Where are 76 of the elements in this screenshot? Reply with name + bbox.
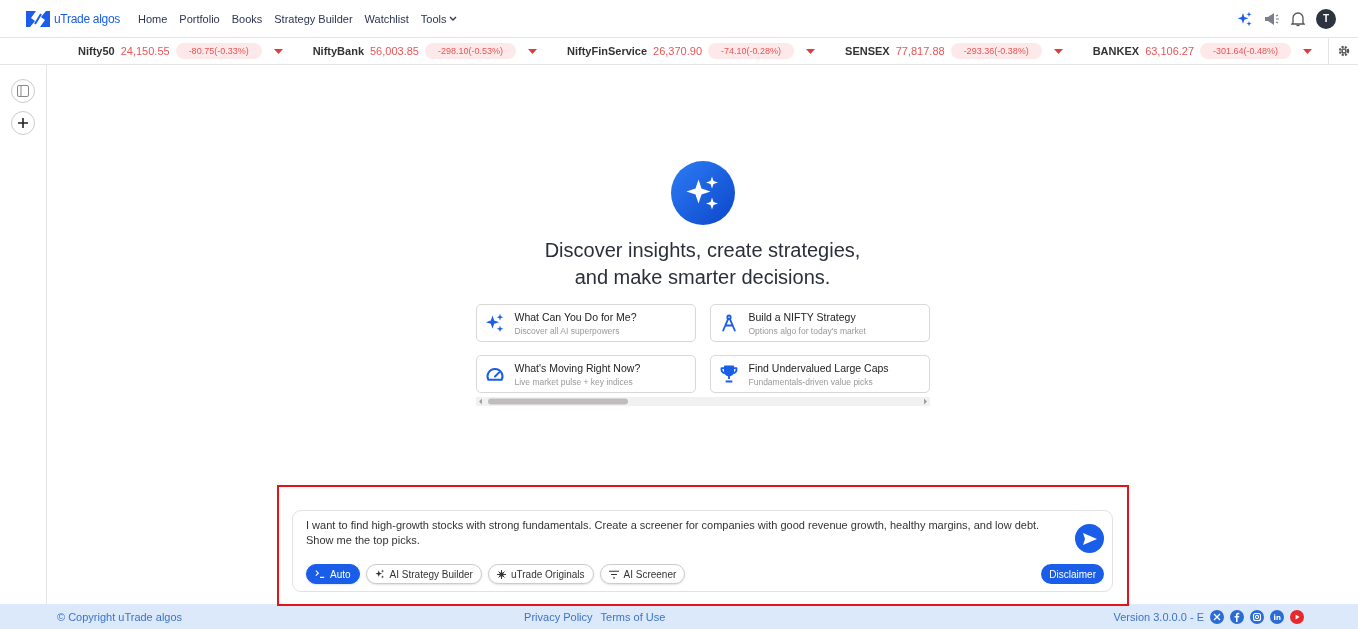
card-title: Find Undervalued Large Caps [748, 361, 889, 374]
mode-chip[interactable]: AI Strategy Builder [365, 564, 482, 584]
card-title: Build a NIFTY Strategy [748, 310, 857, 323]
index-value: 24,150.55 [120, 45, 170, 57]
heading-line: Discover insights, create strategies, [544, 238, 861, 263]
suggestion-card[interactable]: Find Undervalued Large Caps Fundamentals-driven value picks [709, 355, 930, 393]
change-pill: -293.36(-0.38%) [950, 43, 1042, 59]
down-triangle-icon [1053, 48, 1063, 54]
suggestion-card[interactable]: What's Moving Right Now? Live market pulse + key indices [475, 355, 696, 393]
change-pill: -74.10(-0.28%) [708, 43, 795, 59]
filter-icon [608, 569, 619, 579]
card-subtitle: Options algo for today's market [748, 325, 866, 336]
copyright-text: © Copyright uTrade algos [57, 610, 183, 623]
trophy-icon [718, 364, 739, 384]
suggestion-card[interactable]: Build a NIFTY Strategy Options algo for today's market [709, 304, 930, 342]
index-value: 56,003.85 [370, 45, 419, 57]
chevron-icon [449, 15, 458, 22]
terminal-icon [315, 569, 325, 579]
card-title: What's Moving Right Now? [514, 361, 641, 374]
linkedin-icon[interactable] [1270, 609, 1284, 624]
avatar[interactable]: T [1316, 8, 1336, 29]
index-name: NiftyFinService [567, 45, 648, 57]
index-name: Nifty50 [78, 45, 115, 57]
disclaimer-button[interactable]: Disclaimer [1041, 564, 1104, 584]
prompt-field[interactable]: I want to find high-growth stocks with strong fundamentals. Create a screener for companies with good revenue growth, healthy margins, and low debt. Show me the top picks. Auto AI Strategy Builder uTrade Originals AI Screener Disclaimer [292, 510, 1113, 592]
sparkle-icon[interactable] [1237, 10, 1253, 27]
index-name: SENSEX [845, 45, 890, 57]
card-subtitle: Fundamentals-driven value picks [748, 376, 874, 387]
logo-text[interactable]: uTrade algos [54, 11, 120, 26]
settings-icon[interactable] [1337, 45, 1350, 57]
card-title: What Can You Do for Me? [514, 310, 637, 323]
send-button[interactable] [1075, 524, 1104, 553]
mode-chip[interactable]: uTrade Originals [487, 564, 594, 584]
nav-link[interactable]: Books [231, 12, 263, 25]
change-pill: -301.64(-0.48%) [1200, 43, 1292, 59]
horizontal-scrollbar[interactable] [475, 397, 930, 406]
down-triangle-icon [1303, 48, 1313, 54]
mode-chip[interactable]: AI Screener [599, 564, 686, 584]
card-subtitle: Discover all AI superpowers [514, 325, 621, 336]
index-name: BANKEX [1092, 45, 1140, 57]
change-pill: -298.10(-0.53%) [424, 43, 516, 59]
nav-link[interactable]: Tools [420, 12, 458, 25]
index-name: NiftyBank [312, 45, 364, 57]
footer-link[interactable]: Terms of Use [600, 610, 666, 623]
index-value: 77,817.88 [895, 45, 945, 57]
sparkle-icon [484, 313, 505, 333]
nav-link[interactable]: Home [138, 12, 168, 25]
nav-link[interactable]: Portfolio [179, 12, 220, 25]
instagram-icon[interactable] [1250, 609, 1264, 624]
index-value: 63,106.27 [1145, 45, 1195, 57]
sidebar-panel-icon [17, 85, 29, 97]
x-logo-icon[interactable] [1210, 609, 1224, 624]
send-icon [1082, 532, 1097, 545]
sparkle-icon [374, 569, 385, 579]
facebook-icon[interactable] [1230, 609, 1244, 624]
megaphone-icon[interactable] [1264, 11, 1280, 26]
mode-chip[interactable]: Auto [306, 564, 360, 584]
burst-icon [496, 569, 506, 579]
heading-line: and make smarter decisions. [573, 265, 832, 290]
footer-link[interactable]: Privacy Policy [524, 610, 593, 623]
plus-icon [18, 118, 28, 128]
sidebar-toggle-button[interactable] [11, 79, 35, 103]
suggestion-card[interactable]: What Can You Do for Me? Discover all AI superpowers [475, 304, 696, 342]
down-triangle-icon [528, 48, 537, 54]
youtube-icon[interactable] [1290, 609, 1304, 624]
change-pill: -80.75(-0.33%) [175, 43, 262, 59]
nav-link[interactable]: Strategy Builder [274, 12, 353, 25]
down-triangle-icon [806, 48, 816, 54]
index-value: 26,370.90 [653, 45, 702, 57]
bell-icon[interactable] [1291, 10, 1305, 27]
card-subtitle: Live market pulse + key indices [514, 376, 634, 387]
version-text: Version 3.0.0.0 - E [1113, 610, 1204, 623]
new-chat-button[interactable] [11, 111, 35, 135]
down-triangle-icon [273, 48, 283, 54]
logo-icon [26, 10, 50, 27]
nav-link[interactable]: Watchlist [364, 12, 409, 25]
